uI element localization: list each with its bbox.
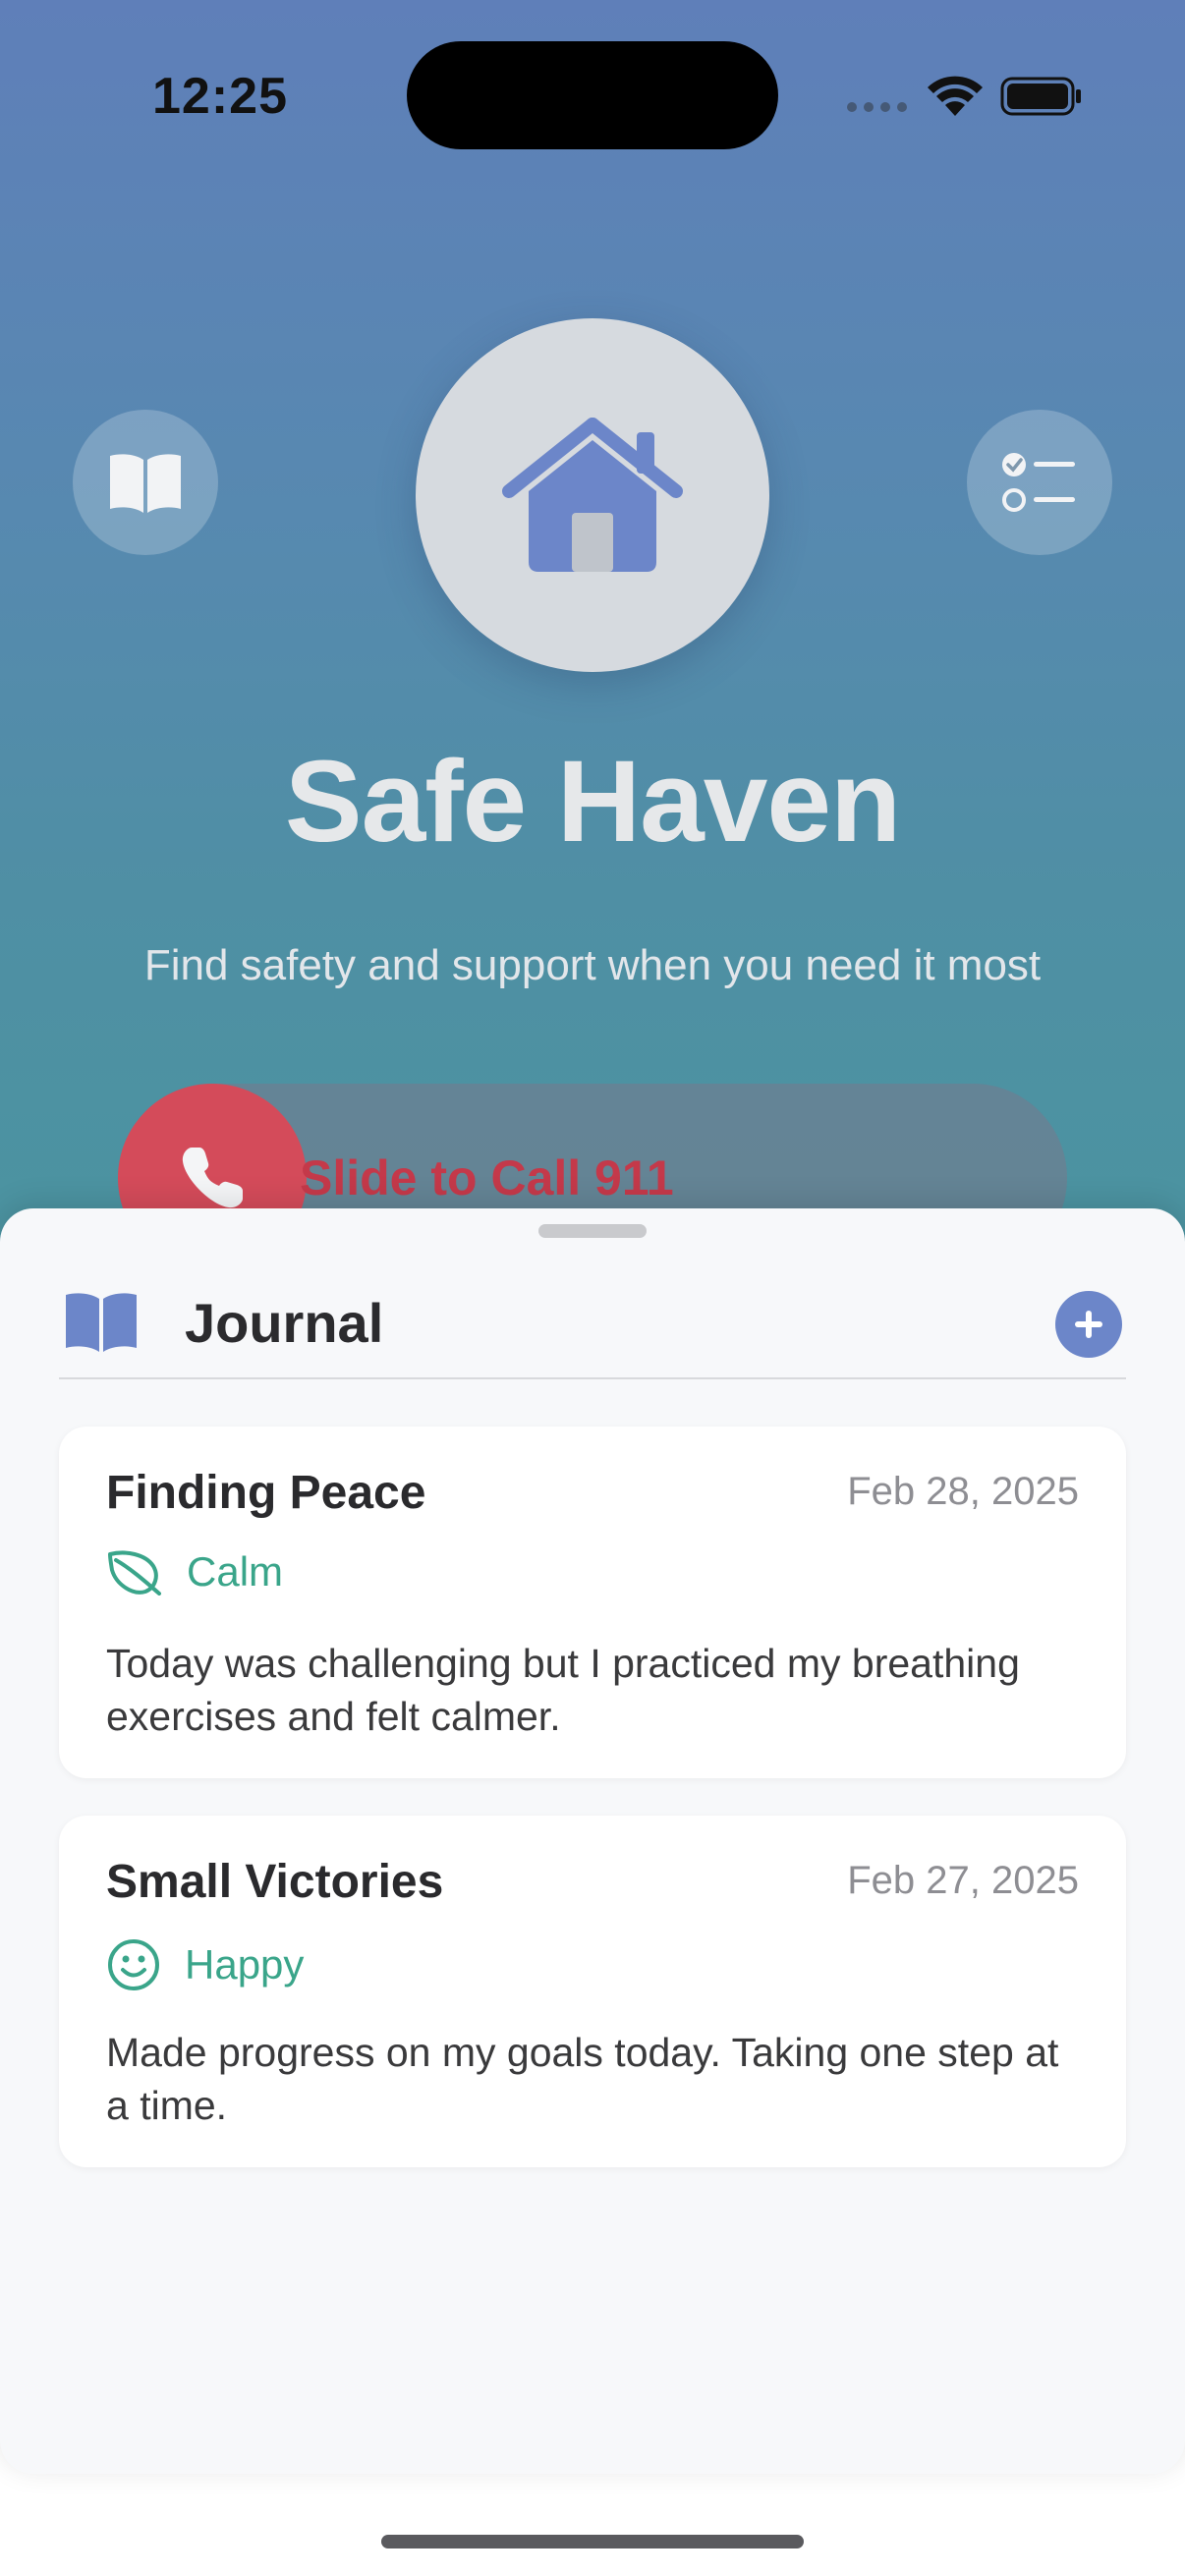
entry-date: Feb 28, 2025 xyxy=(847,1470,1079,1513)
leaf-icon xyxy=(108,1550,161,1596)
journal-entry-list: Finding Peace Feb 28, 2025 Calm Today wa… xyxy=(59,1427,1126,2205)
entry-text: Made progress on my goals today. Taking … xyxy=(106,2030,1059,2128)
mood-label: Calm xyxy=(187,1548,284,1595)
app-title: Safe Haven xyxy=(284,737,901,867)
home-logo xyxy=(416,318,769,672)
smiley-icon xyxy=(108,1939,159,1990)
phone-icon xyxy=(182,1148,243,1208)
app-screen: 12:25 Safe Haven Find safety and support… xyxy=(0,0,1185,2576)
dynamic-island xyxy=(407,41,778,149)
entry-title: Small Victories xyxy=(106,1856,444,1908)
journal-entry-card[interactable]: Small Victories Feb 27, 2025 Happy Made … xyxy=(59,1816,1126,2167)
house-icon xyxy=(502,418,683,572)
home-indicator[interactable] xyxy=(381,2535,804,2548)
plus-icon xyxy=(1075,1311,1102,1338)
entry-date: Feb 27, 2025 xyxy=(847,1859,1079,1902)
book-icon xyxy=(110,454,181,513)
add-entry-button[interactable] xyxy=(1055,1291,1122,1358)
entry-text: Today was challenging but I practiced my… xyxy=(106,1641,1020,1739)
call-911-slider-label: Slide to Call 911 xyxy=(300,1150,674,1205)
book-icon xyxy=(63,1293,140,1357)
cellular-signal-icon xyxy=(847,102,907,112)
entry-mood: Calm xyxy=(106,1548,283,1596)
status-time: 12:25 xyxy=(152,68,288,125)
sheet-grabber[interactable] xyxy=(538,1224,647,1238)
journal-button[interactable] xyxy=(73,410,218,555)
checklist-button[interactable] xyxy=(967,410,1112,555)
entry-title: Finding Peace xyxy=(106,1467,426,1519)
checklist-icon xyxy=(1002,453,1075,512)
battery-icon xyxy=(1000,77,1083,121)
wifi-icon xyxy=(926,75,985,123)
journal-header: Journal xyxy=(63,1263,1122,1372)
journal-title: Journal xyxy=(185,1292,384,1354)
journal-entry-card[interactable]: Finding Peace Feb 28, 2025 Calm Today wa… xyxy=(59,1427,1126,1778)
app-subtitle: Find safety and support when you need it… xyxy=(143,941,1042,989)
header-divider xyxy=(59,1377,1126,1379)
mood-label: Happy xyxy=(185,1941,305,1988)
journal-sheet: Journal Finding Peace Feb 28, 2025 Calm xyxy=(0,1208,1185,2474)
entry-mood: Happy xyxy=(106,1937,304,1992)
